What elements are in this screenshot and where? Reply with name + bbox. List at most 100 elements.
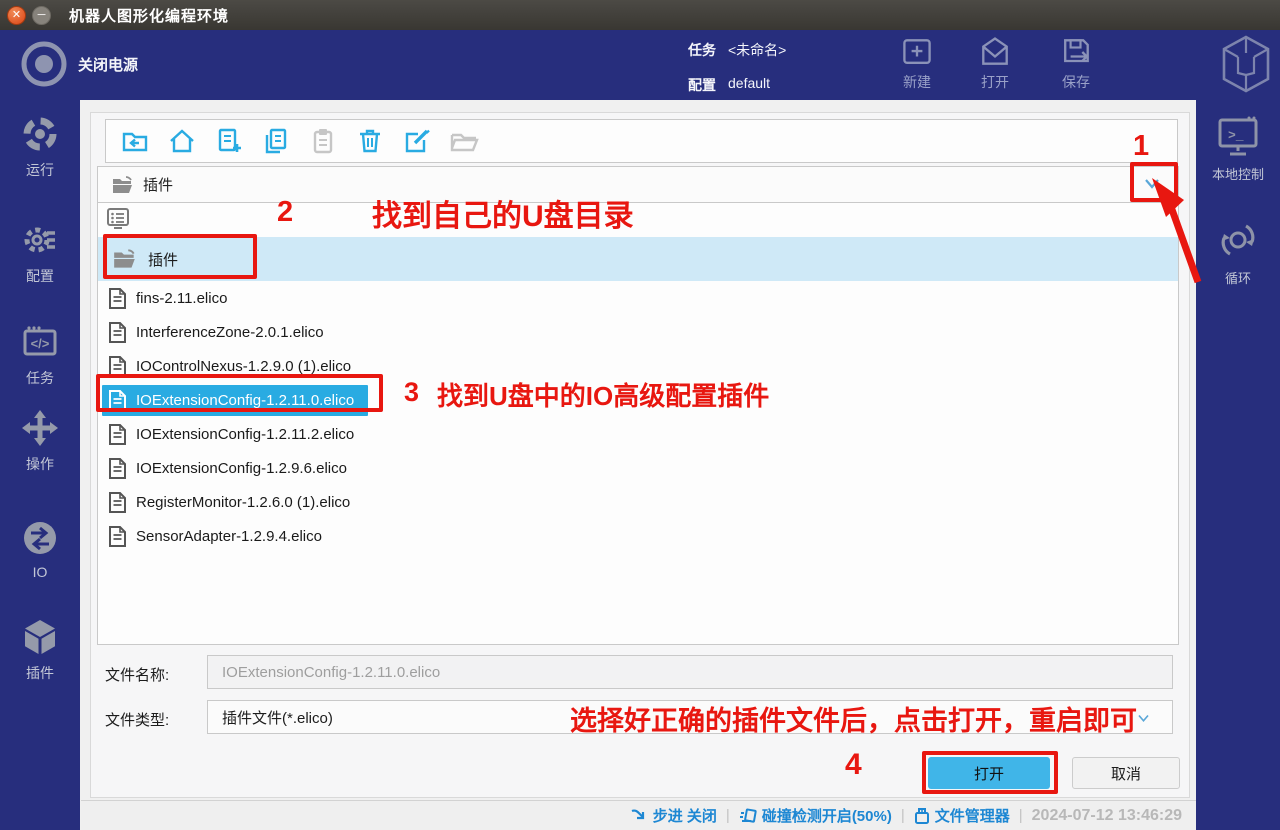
status-step-toggle[interactable]: 步进 关闭 [630,805,717,826]
dropdown-item-plugin-folder[interactable]: 插件 [98,237,1178,281]
file-row[interactable]: InterferenceZone-2.0.1.elico [100,315,1176,349]
usb-drive-icon [914,807,930,825]
file-name: fins-2.11.elico [136,290,227,307]
document-icon [108,423,127,446]
document-icon [108,389,127,412]
collision-icon [739,807,757,825]
delete-button[interactable] [355,126,385,156]
power-icon[interactable] [18,38,70,90]
config-label: 配置 [26,266,54,286]
copy-icon [262,127,290,155]
chevron-down-icon[interactable] [1144,178,1160,190]
file-name: SensorAdapter-1.2.9.4.elico [136,528,322,545]
save-label: 保存 [1062,72,1090,92]
new-folder-button[interactable] [214,126,244,156]
document-icon [108,491,127,514]
file-name: IOExtensionConfig-1.2.11.0.elico [136,392,354,409]
move-arrows-icon [20,408,60,448]
sidebar-item-operate[interactable]: 操作 [0,408,80,474]
document-icon [108,355,127,378]
document-icon [108,457,127,480]
window-close-button[interactable]: ✕ [7,6,26,25]
task-value: <未命名> [728,40,786,60]
home-button[interactable] [167,126,197,156]
window-title: 机器人图形化编程环境 [69,5,229,26]
new-task-button[interactable]: 新建 [885,34,949,92]
sidebar-item-loop[interactable]: 循环 [1196,218,1280,287]
status-separator: | [726,807,730,824]
rename-button[interactable] [402,126,432,156]
file-name: IOExtensionConfig-1.2.11.2.elico [136,426,354,443]
config-gear-icon [20,220,60,260]
file-name-input[interactable] [207,655,1173,689]
file-row[interactable]: IOControlNexus-1.2.9.0 (1).elico [100,349,1176,383]
loop-label: 循环 [1225,268,1251,287]
file-name: IOControlNexus-1.2.9.0 (1).elico [136,358,351,375]
file-row[interactable]: IOExtensionConfig-1.2.11.2.elico [100,417,1176,451]
paste-clipboard-icon [309,127,337,155]
task-row: 任务 <未命名> [688,40,786,60]
brand-logo-icon [1218,33,1274,95]
new-label: 新建 [903,72,931,92]
status-file-manager[interactable]: 文件管理器 [914,805,1010,826]
view-mode-row [98,203,1178,237]
svg-text:</>: </> [31,336,50,351]
sidebar-item-plugin[interactable]: 插件 [0,617,80,683]
file-row[interactable]: RegisterMonitor-1.2.6.0 (1).elico [100,485,1176,519]
sidebar-item-config[interactable]: 配置 [0,220,80,286]
file-name: RegisterMonitor-1.2.6.0 (1).elico [136,494,350,511]
file-row[interactable]: IOExtensionConfig-1.2.9.6.elico [100,451,1176,485]
sidebar-item-run[interactable]: 运行 [0,114,80,180]
back-button[interactable] [120,126,150,156]
paste-button[interactable] [308,126,338,156]
status-separator: | [1019,807,1023,824]
sidebar-item-io[interactable]: IO [0,518,80,580]
detail-view-icon[interactable] [106,207,132,233]
copy-button[interactable] [261,126,291,156]
step-arrow-icon [630,808,648,824]
file-row[interactable]: IOExtensionConfig-1.2.11.0.elico [100,383,1176,417]
open-button[interactable]: 打开 [928,757,1050,789]
open-task-button[interactable]: 打开 [963,34,1027,92]
chevron-down-icon [1137,714,1150,723]
status-collision-toggle[interactable]: 碰撞检测开启(50%) [739,805,892,826]
path-value: 插件 [143,174,173,195]
path-dropdown-field[interactable]: 插件 [97,166,1179,203]
run-label: 运行 [26,160,54,180]
file-row[interactable]: SensorAdapter-1.2.9.4.elico [100,519,1176,553]
new-document-icon [215,127,243,155]
file-list-panel: 插件 fins-2.11.elico InterferenceZone-2.0.… [97,202,1179,645]
window-minimize-button[interactable]: ─ [32,6,51,25]
file-type-select[interactable]: 插件文件(*.elico) [207,700,1173,734]
open-folder-button[interactable] [449,126,479,156]
sidebar-item-task[interactable]: </> 任务 [0,322,80,388]
status-file-manager-label: 文件管理器 [935,805,1010,826]
file-name: IOExtensionConfig-1.2.9.6.elico [136,460,347,477]
left-sidebar: 运行 配置 </> 任务 操作 IO [0,100,80,830]
svg-text:>_: >_ [1228,128,1244,143]
open-label: 打开 [981,72,1009,92]
file-row[interactable]: fins-2.11.elico [100,281,1176,315]
right-sidebar: >_ 本地控制 循环 100% 速度 [1196,100,1280,830]
config-value: default [728,75,770,95]
document-icon [108,525,127,548]
cancel-button[interactable]: 取消 [1072,757,1180,789]
config-row: 配置 default [688,75,770,95]
folder-back-icon [121,127,149,155]
file-type-label: 文件类型: [105,709,169,730]
document-icon [108,321,127,344]
folder-icon [111,174,135,196]
local-control-terminal-icon: >_ [1216,116,1260,158]
window-titlebar: ✕ ─ 机器人图形化编程环境 [0,0,1280,30]
open-folder-icon [112,247,138,271]
file-type-value: 插件文件(*.elico) [222,707,333,728]
status-separator: | [901,807,905,824]
edit-pencil-icon [403,127,431,155]
dropdown-item-label: 插件 [148,249,178,270]
sidebar-item-local-control[interactable]: >_ 本地控制 [1196,116,1280,183]
loop-icon [1216,218,1260,262]
task-code-icon: </> [20,322,60,362]
save-task-button[interactable]: 保存 [1044,34,1108,92]
io-label: IO [33,564,48,580]
plugin-label: 插件 [26,663,54,683]
